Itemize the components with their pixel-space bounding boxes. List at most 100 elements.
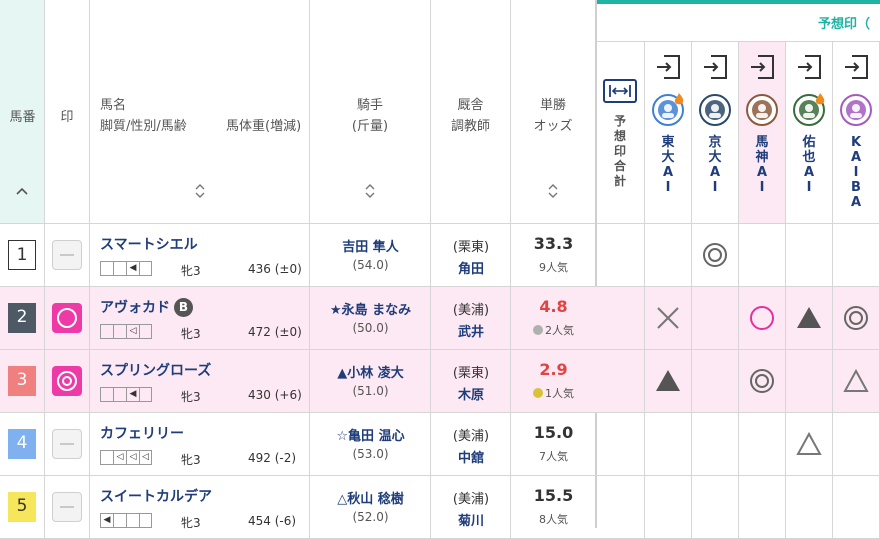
running-style-cell bbox=[113, 387, 126, 402]
ai-column-3[interactable]: 佑也AI bbox=[786, 42, 833, 224]
jockey-name[interactable]: ☆亀田 温心 bbox=[310, 425, 431, 444]
sex-age: 牝3 bbox=[181, 264, 201, 278]
ai-avatar-icon bbox=[846, 100, 866, 120]
prediction-row bbox=[596, 350, 880, 413]
running-style-indicator: ◀ bbox=[100, 261, 152, 276]
ai-avatar-icon bbox=[752, 100, 772, 120]
cell-divider bbox=[644, 413, 645, 475]
table-row[interactable]: 3 スプリングローズ ◀ 牝3 430 (+6) ▲小林 凌大 (51.0) (… bbox=[0, 350, 596, 413]
cell-divider bbox=[644, 287, 645, 349]
ai-name: 佑也AI bbox=[802, 135, 816, 195]
cell-divider bbox=[832, 287, 833, 349]
cell-divider bbox=[691, 287, 692, 349]
jockey-name[interactable]: ★永島 まなみ bbox=[310, 299, 431, 318]
cell-divider bbox=[691, 476, 692, 538]
ai-column-2[interactable]: 馬神AI bbox=[739, 42, 786, 224]
cross-icon bbox=[654, 304, 682, 332]
ai-column-1[interactable]: 京大AI bbox=[692, 42, 739, 224]
prediction-title: 予想印（ bbox=[818, 17, 871, 32]
odds-label: オッズ bbox=[533, 119, 573, 134]
ai-avatar-icon bbox=[705, 100, 725, 120]
trainer-name[interactable]: 菊川 bbox=[431, 510, 511, 529]
prediction-accent-bar bbox=[597, 0, 880, 4]
trainer-name[interactable]: 武井 bbox=[431, 321, 511, 340]
sex-age: 牝3 bbox=[181, 516, 201, 530]
running-style-cell bbox=[139, 261, 152, 276]
table-row[interactable]: 5 スイートカルデア ◀ 牝3 454 (-6) △秋山 稔樹 (52.0) (… bbox=[0, 476, 596, 539]
cell-divider bbox=[309, 350, 310, 412]
mark-selector[interactable] bbox=[52, 240, 82, 270]
mark-selector[interactable] bbox=[52, 366, 82, 396]
popularity: 9人気 bbox=[539, 261, 568, 274]
cell-divider bbox=[89, 413, 90, 475]
jockey-weight: (54.0) bbox=[352, 258, 389, 272]
sex-age: 牝3 bbox=[181, 390, 201, 404]
sort-asc-icon[interactable] bbox=[15, 185, 29, 195]
body-weight: 430 (+6) bbox=[248, 388, 302, 402]
running-style-cell bbox=[113, 324, 126, 339]
running-style-cell bbox=[100, 387, 113, 402]
import-arrow-icon[interactable] bbox=[843, 54, 869, 80]
import-arrow-icon[interactable] bbox=[702, 54, 728, 80]
trainer-label: 調教師 bbox=[450, 119, 490, 134]
horse-name[interactable]: アヴォカド B bbox=[100, 297, 193, 317]
expand-button[interactable] bbox=[603, 79, 637, 103]
horse-name[interactable]: スマートシエル bbox=[100, 234, 198, 254]
win-odds: 2.9 bbox=[539, 360, 568, 379]
horse-name[interactable]: カフェリリー bbox=[100, 423, 184, 443]
trainer-name[interactable]: 角田 bbox=[431, 258, 511, 277]
ai-column-4[interactable]: KAIBA bbox=[833, 42, 880, 224]
mark-selector[interactable] bbox=[52, 303, 82, 333]
header-horse[interactable]: 馬名 脚質/性別/馬齢 馬体重(増減) bbox=[90, 0, 310, 224]
sort-toggle-icon[interactable] bbox=[364, 183, 376, 199]
import-arrow-icon[interactable] bbox=[796, 54, 822, 80]
table-row[interactable]: 4 カフェリリー ◁ ◁ ◁ 牝3 492 (-2) ☆亀田 温心 (53.0) (… bbox=[0, 413, 596, 476]
mark-selector[interactable] bbox=[52, 429, 82, 459]
header-odds[interactable]: 単勝 オッズ bbox=[511, 0, 596, 224]
ai-name: 馬神AI bbox=[755, 135, 769, 195]
cell-divider bbox=[785, 287, 786, 349]
cell-divider bbox=[738, 224, 739, 286]
mark-selector[interactable] bbox=[52, 492, 82, 522]
jockey-name[interactable]: △秋山 稔樹 bbox=[310, 488, 431, 507]
stable-region: (栗東) bbox=[452, 240, 490, 255]
trainer-name[interactable]: 中舘 bbox=[431, 447, 511, 466]
trainer-name[interactable]: 木原 bbox=[431, 384, 511, 403]
header-jockey[interactable]: 騎手 (斤量) bbox=[310, 0, 431, 224]
jockey-weight-label: (斤量) bbox=[351, 119, 389, 134]
horse-name[interactable]: スプリングローズ bbox=[100, 360, 211, 380]
jockey-weight: (50.0) bbox=[352, 321, 389, 335]
ai-name: 東大AI bbox=[661, 135, 675, 195]
cell-divider bbox=[785, 224, 786, 286]
running-style-cell bbox=[100, 324, 113, 339]
name-label: 馬名 bbox=[100, 98, 127, 113]
popularity: 8人気 bbox=[539, 513, 568, 526]
horse-name[interactable]: スイートカルデア bbox=[100, 486, 212, 506]
body-weight: 492 (-2) bbox=[248, 451, 297, 465]
sex-age: 牝3 bbox=[181, 453, 201, 467]
medal-icon bbox=[533, 325, 543, 335]
cell-divider bbox=[44, 350, 45, 412]
running-style-indicator: ◁ ◁ ◁ bbox=[100, 450, 152, 465]
running-style-cell: ◁ bbox=[126, 450, 139, 465]
jockey-name[interactable]: 吉田 隼人 bbox=[310, 236, 431, 255]
jockey-name[interactable]: ▲小林 凌大 bbox=[310, 362, 431, 381]
import-arrow-icon[interactable] bbox=[655, 54, 681, 80]
ai-column-0[interactable]: 東大AI bbox=[645, 42, 692, 224]
stable-region: (美浦) bbox=[452, 303, 490, 318]
jockey-weight: (53.0) bbox=[352, 447, 389, 461]
table-row[interactable]: 1 スマートシエル ◀ 牝3 436 (±0) 吉田 隼人 (54.0) (栗東… bbox=[0, 224, 596, 287]
body-weight-label: 馬体重(増減) bbox=[226, 119, 302, 134]
win-odds: 15.0 bbox=[533, 423, 574, 442]
import-arrow-icon[interactable] bbox=[749, 54, 775, 80]
header-umaban[interactable]: 馬番 bbox=[0, 0, 45, 224]
table-row[interactable]: 2 アヴォカド B ◁ 牝3 472 (±0) ★永島 まなみ (50.0) (美… bbox=[0, 287, 596, 350]
shirushi-label: 印 bbox=[60, 110, 74, 125]
win-label: 単勝 bbox=[539, 98, 566, 113]
ai-avatar bbox=[840, 94, 872, 126]
sort-toggle-icon[interactable] bbox=[194, 183, 206, 199]
prediction-total-label: 予想印合計 bbox=[613, 114, 626, 188]
stable-label: 厩舎 bbox=[457, 98, 484, 113]
running-style-cell: ◀ bbox=[126, 387, 139, 402]
sort-toggle-icon[interactable] bbox=[547, 183, 559, 199]
